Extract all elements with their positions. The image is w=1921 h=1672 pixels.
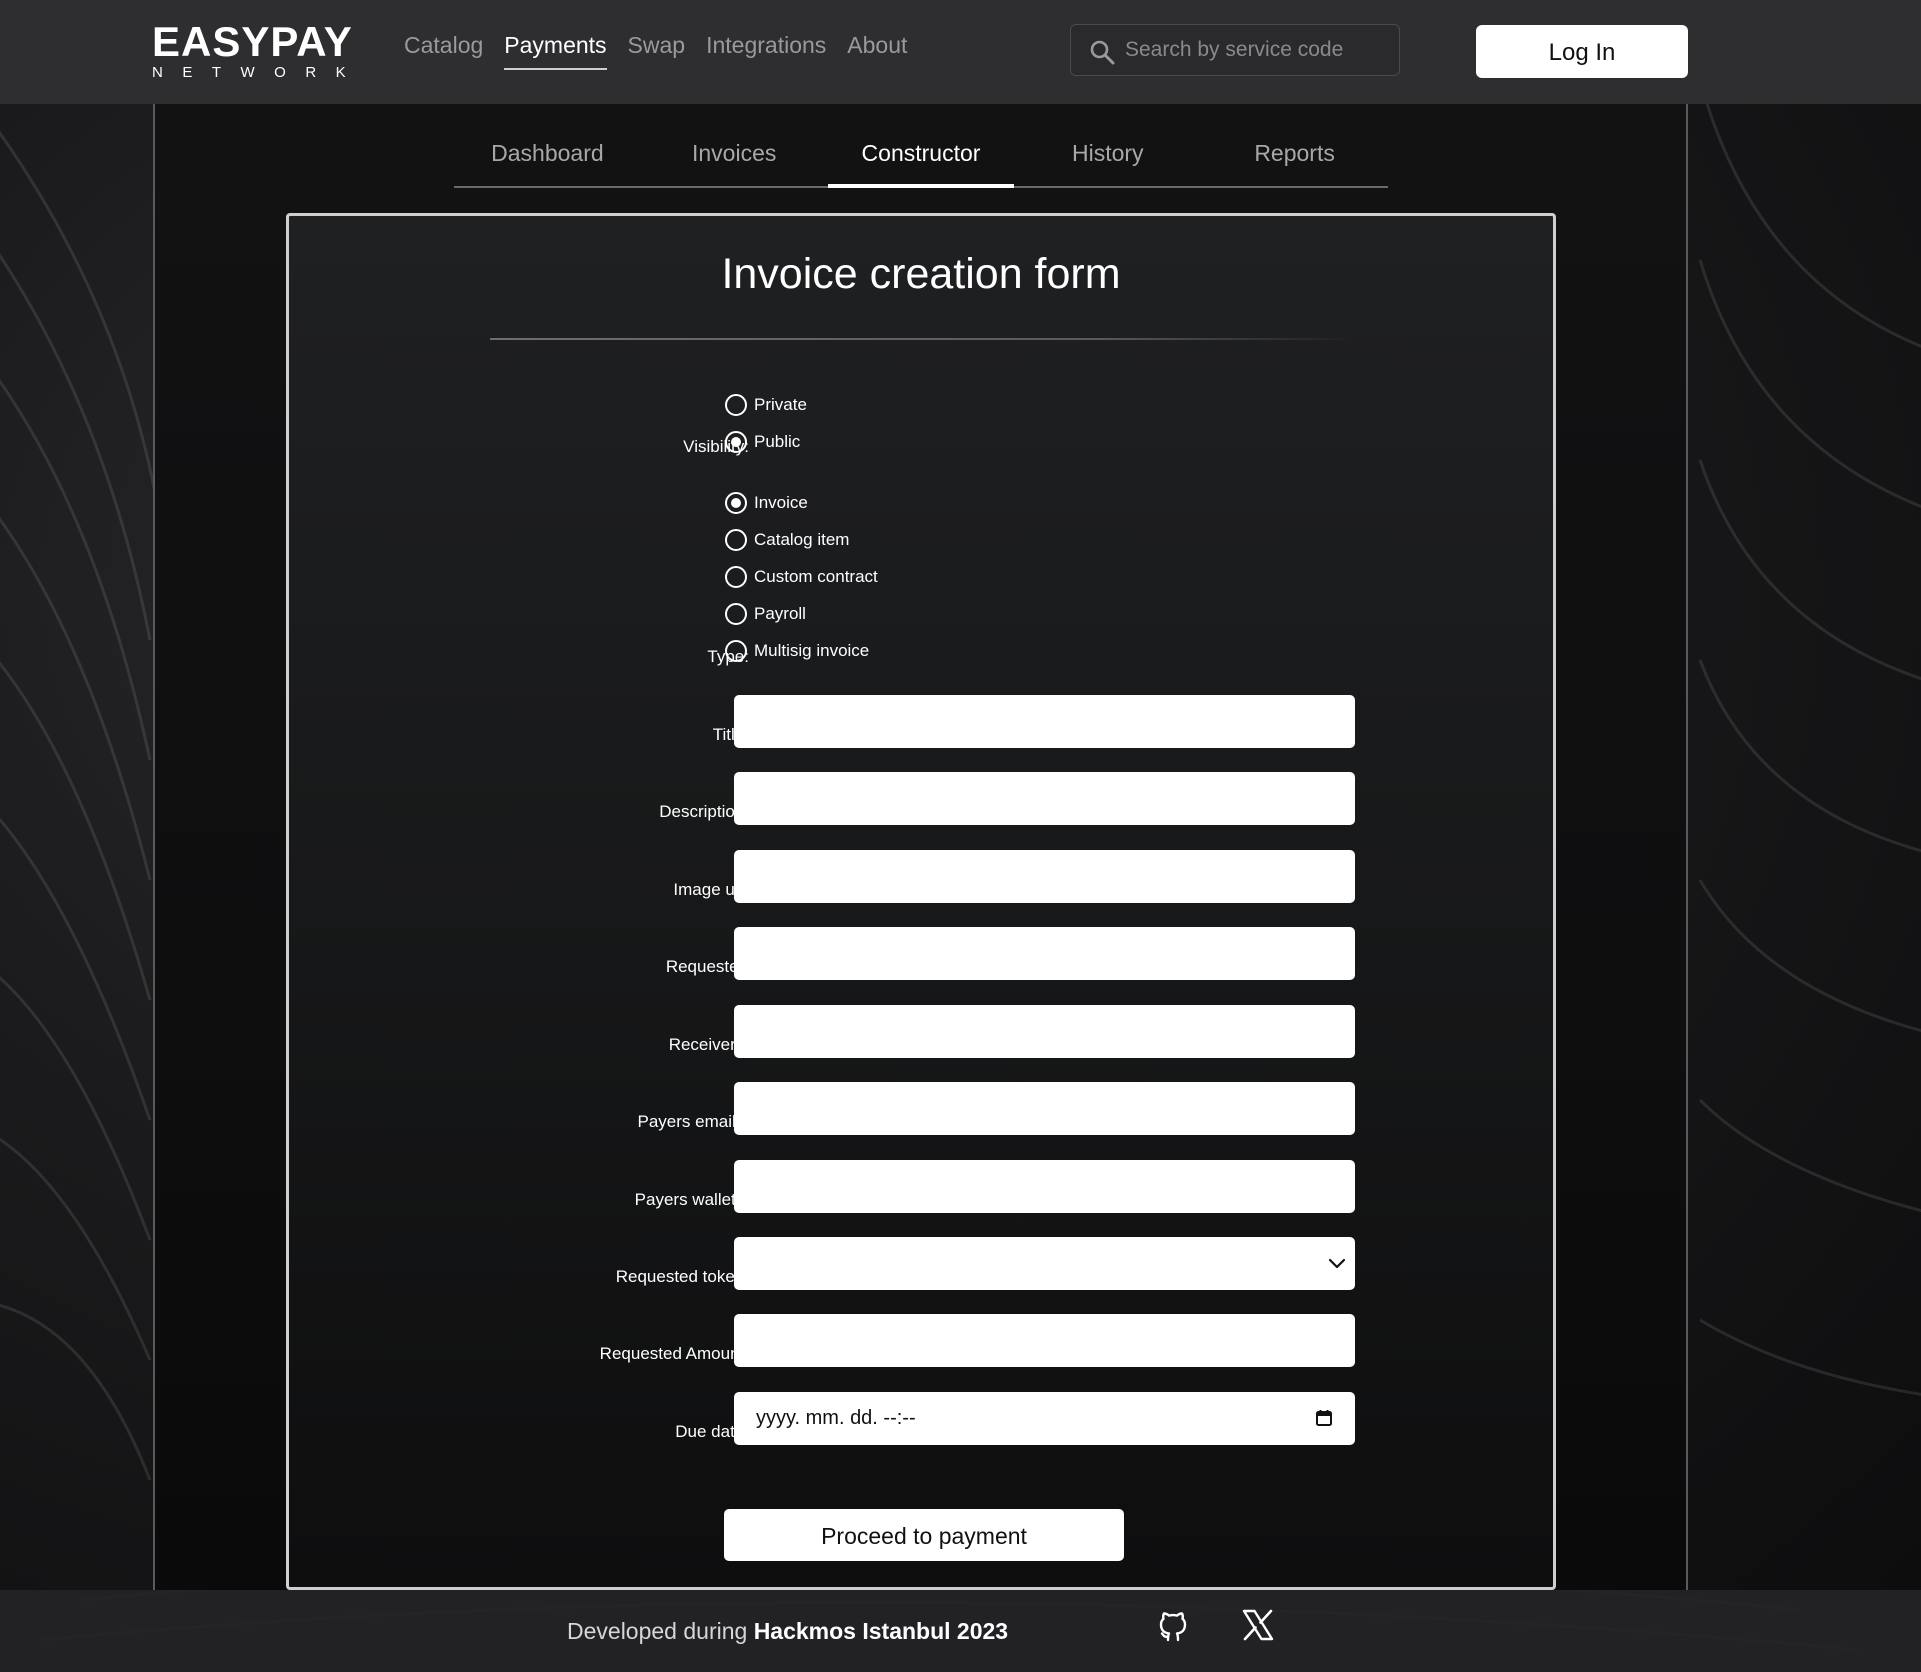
search-icon <box>1090 40 1115 65</box>
radio-button[interactable] <box>725 394 747 416</box>
tab-constructor[interactable]: Constructor <box>827 128 1015 188</box>
x-icon[interactable] <box>1242 1609 1274 1641</box>
requester-label: Requester: <box>665 957 749 976</box>
nav-item-swap[interactable]: Swap <box>628 30 686 74</box>
footer-credit: Developed during Hackmos Istanbul 2023 <box>567 1616 1008 1646</box>
nav-item-catalog[interactable]: Catalog <box>404 30 483 74</box>
payers-wallets-input[interactable] <box>734 1160 1355 1213</box>
receivers-input[interactable] <box>734 1005 1355 1058</box>
title-label: Title: <box>712 725 749 744</box>
footer-event-name: Hackmos Istanbul 2023 <box>753 1618 1009 1644</box>
visibility-label: Visibility: <box>683 437 749 456</box>
tab-reports[interactable]: Reports <box>1201 128 1388 186</box>
radio-button[interactable] <box>725 640 747 662</box>
tab-dashboard[interactable]: Dashboard <box>454 128 641 186</box>
radio-button[interactable] <box>725 603 747 625</box>
requested-amount-input[interactable] <box>734 1314 1355 1367</box>
payments-subtabs: Dashboard Invoices Constructor History R… <box>454 128 1388 188</box>
type-option-custom-contract[interactable]: Custom contract <box>725 562 878 592</box>
description-input[interactable] <box>734 772 1355 825</box>
radio-label: Custom contract <box>754 567 878 586</box>
requested-amount-label: Requested Amount: <box>599 1344 749 1363</box>
tab-history[interactable]: History <box>1014 128 1201 186</box>
due-date-input[interactable]: yyyy. mm. dd. --:-- <box>734 1392 1355 1445</box>
radio-button[interactable] <box>725 529 747 551</box>
nav-item-about[interactable]: About <box>847 30 907 74</box>
type-label: Type: <box>707 647 749 666</box>
title-divider <box>490 338 1354 340</box>
radio-label: Invoice <box>754 493 808 512</box>
due-date-label: Due date: <box>675 1422 749 1441</box>
payers-emails-input[interactable] <box>734 1082 1355 1135</box>
github-icon[interactable] <box>1157 1609 1189 1643</box>
requested-token-label: Requested token: <box>615 1267 749 1286</box>
requester-input[interactable] <box>734 927 1355 980</box>
top-navigation-bar: EASYPAY NETWORK Catalog Payments Swap In… <box>0 0 1921 104</box>
visibility-option-private[interactable]: Private <box>725 390 807 420</box>
radio-label: Private <box>754 395 807 414</box>
radio-label: Public <box>754 432 801 451</box>
tab-invoices[interactable]: Invoices <box>641 128 828 186</box>
receivers-label: Receivers: <box>668 1035 749 1054</box>
image-url-label: Image url: <box>673 880 749 899</box>
title-input[interactable] <box>734 695 1355 748</box>
due-date-value: yyyy. mm. dd. --:-- <box>756 1407 916 1429</box>
type-option-invoice[interactable]: Invoice <box>725 488 808 518</box>
type-option-catalog-item[interactable]: Catalog item <box>725 525 849 555</box>
calendar-icon[interactable] <box>1315 1409 1333 1427</box>
nav-item-integrations[interactable]: Integrations <box>706 30 826 74</box>
radio-label: Multisig invoice <box>754 641 870 660</box>
radio-label: Catalog item <box>754 530 850 549</box>
description-label: Description: <box>659 802 749 821</box>
easypay-logo[interactable]: EASYPAY NETWORK <box>152 20 366 82</box>
radio-label: Payroll <box>754 604 806 623</box>
type-option-multisig-invoice[interactable]: Multisig invoice <box>725 636 869 666</box>
visibility-option-public[interactable]: Public <box>725 427 800 457</box>
image-url-input[interactable] <box>734 850 1355 903</box>
search-box <box>1070 24 1400 76</box>
main-nav: Catalog Payments Swap Integrations About <box>404 30 907 74</box>
payers-wallets-label: Payers wallets: <box>634 1190 749 1209</box>
radio-button-selected[interactable] <box>725 431 747 453</box>
login-button[interactable]: Log In <box>1476 25 1688 78</box>
nav-item-payments[interactable]: Payments <box>504 30 607 74</box>
radio-button[interactable] <box>725 566 747 588</box>
invoice-form-card: Invoice creation form Visibility: Privat… <box>286 213 1556 1590</box>
footer: Developed during Hackmos Istanbul 2023 <box>0 1590 1921 1672</box>
chevron-down-icon <box>1328 1258 1346 1269</box>
search-input[interactable] <box>1125 25 1391 75</box>
type-option-payroll[interactable]: Payroll <box>725 599 806 629</box>
footer-credit-prefix: Developed during <box>567 1618 754 1644</box>
proceed-to-payment-button[interactable]: Proceed to payment <box>724 1509 1124 1561</box>
form-title: Invoice creation form <box>721 250 1121 298</box>
radio-button-selected[interactable] <box>725 492 747 514</box>
logo-subtitle: NETWORK <box>152 64 366 81</box>
payers-emails-label: Payers emails: <box>637 1112 749 1131</box>
requested-token-select[interactable] <box>734 1237 1355 1290</box>
logo-wordmark: EASYPAY <box>152 18 353 65</box>
